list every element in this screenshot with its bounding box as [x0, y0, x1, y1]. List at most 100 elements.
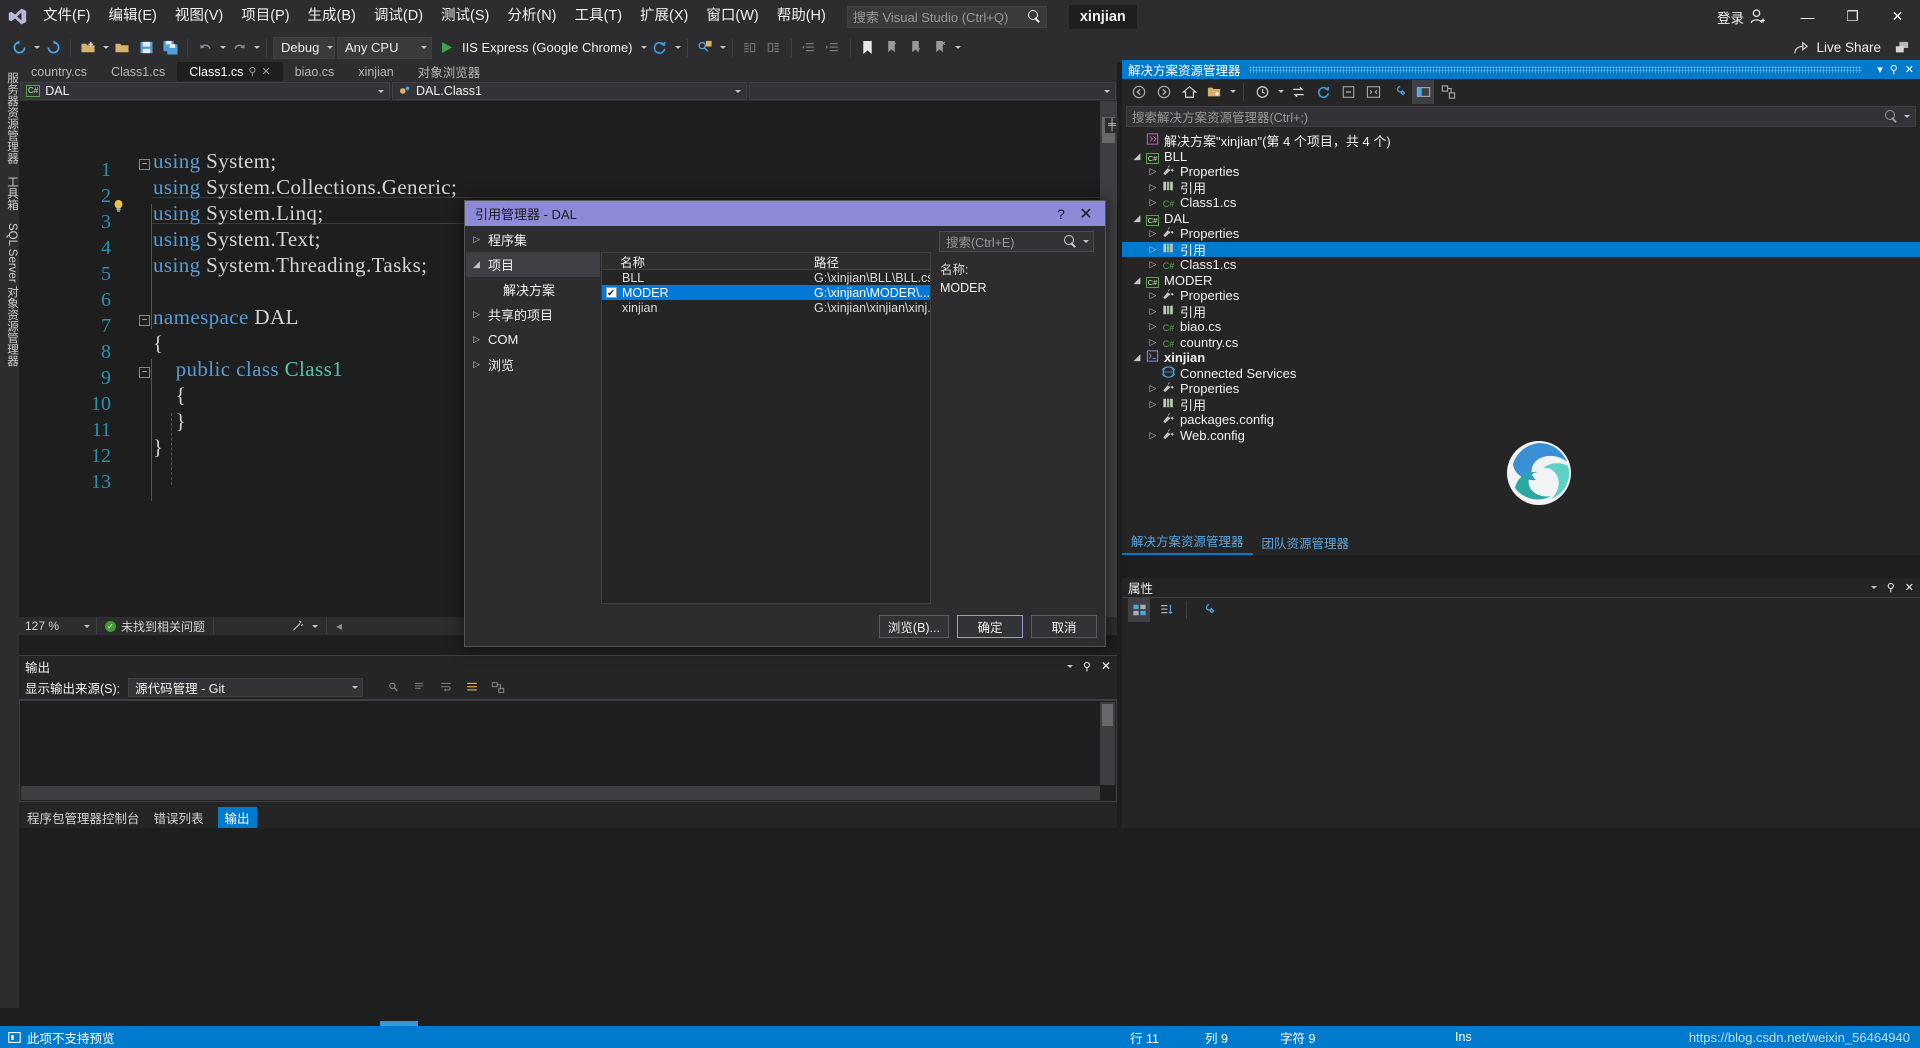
- undo-dropdown-icon[interactable]: [220, 46, 226, 49]
- pending-changes-filter-button[interactable]: [1251, 80, 1273, 104]
- dialog-category-list[interactable]: ▷ 程序集 ◢ 项目 解决方案 ▷ 共享的项目 ▷ COM ▷ 浏览: [466, 227, 600, 604]
- forward-button[interactable]: [1153, 80, 1175, 104]
- menu-analyze[interactable]: 分析(N): [498, 0, 565, 33]
- window-minimize-button[interactable]: —: [1785, 0, 1830, 33]
- output-panel-menu-icon[interactable]: [1066, 664, 1073, 668]
- scrollbar-thumb[interactable]: [1102, 704, 1113, 726]
- output-horizontal-scrollbar[interactable]: [21, 786, 1100, 800]
- menu-edit[interactable]: 编辑(E): [100, 0, 166, 33]
- search-options-icon[interactable]: [1904, 115, 1910, 118]
- expand-collapse-icon-expanded[interactable]: ◢: [1130, 213, 1144, 224]
- panel-menu-icon[interactable]: [1870, 586, 1877, 589]
- dialog-category-2[interactable]: 解决方案: [466, 277, 600, 302]
- editor-zoom-control[interactable]: 127 %: [19, 617, 97, 635]
- tree-item-xinjian-4-4[interactable]: 解决方案"xinjian"(第 4 个项目，共 4 个): [1122, 133, 1920, 149]
- menu-extensions[interactable]: 扩展(X): [631, 0, 697, 33]
- menu-tools[interactable]: 工具(T): [566, 0, 632, 33]
- close-tab-icon[interactable]: ✕: [261, 65, 270, 78]
- dock-tab-error-list[interactable]: 错误列表: [154, 808, 204, 827]
- expand-collapse-icon-collapsed[interactable]: ▷: [1146, 306, 1160, 317]
- sign-in-button[interactable]: 登录: [1717, 7, 1767, 27]
- start-debug-dropdown-icon[interactable]: [640, 46, 647, 49]
- menu-project[interactable]: 项目(P): [232, 0, 298, 33]
- close-icon[interactable]: ✕: [1905, 581, 1914, 594]
- start-debug-button[interactable]: [434, 36, 456, 60]
- clear-all-button[interactable]: [409, 676, 431, 700]
- dialog-search-input[interactable]: 搜索(Ctrl+E): [939, 231, 1094, 252]
- find-dropdown-icon[interactable]: [719, 46, 726, 49]
- expand-collapse-icon-collapsed[interactable]: ▷: [1146, 182, 1160, 193]
- expand-collapse-icon-expanded[interactable]: ◢: [1130, 275, 1144, 286]
- close-icon[interactable]: ✕: [1101, 659, 1111, 673]
- save-button[interactable]: [135, 36, 157, 60]
- pin-tab-icon[interactable]: ⚲: [248, 65, 256, 78]
- clear-bookmarks-button[interactable]: [929, 36, 951, 60]
- expand-collapse-icon-collapsed[interactable]: ▷: [1146, 399, 1160, 410]
- expand-collapse-icon-collapsed[interactable]: ▷: [1146, 259, 1160, 270]
- expand-collapse-icon-expanded[interactable]: ◢: [1130, 352, 1144, 363]
- show-all-files-dropdown-icon[interactable]: [1230, 90, 1236, 93]
- live-share-button[interactable]: Live Share: [1793, 40, 1920, 55]
- expand-collapse-icon-expanded[interactable]: ◢: [473, 259, 488, 270]
- editor-tab-class1-cs-1[interactable]: Class1.cs: [99, 62, 177, 81]
- quick-launch-search[interactable]: 搜索 Visual Studio (Ctrl+Q): [846, 5, 1047, 28]
- output-source-combo[interactable]: 源代码管理 - Git: [128, 678, 364, 697]
- solution-explorer-search-input[interactable]: 搜索解决方案资源管理器(Ctrl+;): [1126, 106, 1916, 127]
- dock-tab-package-manager-console[interactable]: 程序包管理器控制台: [27, 808, 140, 827]
- dialog-reference-row[interactable]: ✔ MODER G:\xinjian\MODER\...: [602, 285, 930, 300]
- pin-icon[interactable]: ⚲: [1083, 660, 1091, 673]
- editor-tab-biao-cs[interactable]: biao.cs: [283, 62, 347, 81]
- dialog-category-4[interactable]: ▷ COM: [466, 327, 600, 352]
- tree-item-[interactable]: ▷ 引用: [1122, 241, 1920, 258]
- expand-collapse-icon-collapsed[interactable]: ▷: [473, 234, 488, 245]
- lightbulb-icon[interactable]: [112, 199, 125, 216]
- tree-item-biao-cs[interactable]: ▷ C# biao.cs: [1122, 319, 1920, 335]
- menu-debug[interactable]: 调试(D): [365, 0, 432, 33]
- expand-collapse-icon-collapsed[interactable]: ▷: [1146, 337, 1160, 348]
- navigate-backward-dropdown-icon[interactable]: [34, 46, 40, 49]
- tree-item-properties[interactable]: ▷ Properties: [1122, 288, 1920, 304]
- expand-collapse-icon-collapsed[interactable]: ▷: [1146, 321, 1160, 332]
- tree-item-class1-cs[interactable]: ▷ C# Class1.cs: [1122, 195, 1920, 211]
- dialog-reference-row[interactable]: xinjian G:\xinjian\xinjian\xinj...: [602, 300, 930, 315]
- menu-build[interactable]: 生成(B): [299, 0, 365, 33]
- dock-tab-solution-explorer[interactable]: 解决方案资源管理器: [1122, 528, 1253, 555]
- navigate-backward-button[interactable]: [8, 36, 30, 60]
- dialog-reference-row[interactable]: BLL G:\xinjian\BLL\BLL.cs...: [602, 270, 930, 285]
- window-maximize-button[interactable]: ❐: [1830, 0, 1875, 33]
- dialog-category-0[interactable]: ▷ 程序集: [466, 227, 600, 252]
- ok-button[interactable]: 确定: [957, 615, 1023, 638]
- expand-collapse-icon-collapsed[interactable]: ▷: [1146, 290, 1160, 301]
- collapse-all-button[interactable]: [1337, 80, 1359, 104]
- find-message-button[interactable]: [383, 676, 405, 700]
- expand-collapse-icon-collapsed[interactable]: ▷: [473, 334, 488, 345]
- expand-collapse-icon-collapsed[interactable]: ▷: [1146, 383, 1160, 394]
- properties-grid[interactable]: [1122, 622, 1920, 828]
- reference-checkbox[interactable]: ✔: [602, 287, 620, 298]
- name-column-header[interactable]: 名称: [620, 252, 814, 271]
- tree-item-bll[interactable]: ◢ C# BLL: [1122, 149, 1920, 165]
- properties-button[interactable]: [1196, 598, 1218, 622]
- tree-item-xinjian[interactable]: ◢ xinjian: [1122, 350, 1920, 366]
- new-project-dropdown-icon[interactable]: [103, 46, 109, 49]
- dialog-category-5[interactable]: ▷ 浏览: [466, 352, 600, 377]
- type-dropdown[interactable]: DAL.Class1: [392, 82, 747, 100]
- tree-item-properties[interactable]: ▷ Properties: [1122, 226, 1920, 242]
- tree-item-[interactable]: ▷ 引用: [1122, 180, 1920, 196]
- editor-tab-xinjian[interactable]: xinjian: [346, 62, 405, 81]
- pin-icon[interactable]: ⚲: [1890, 63, 1898, 76]
- namespace-dropdown[interactable]: C# DAL: [20, 82, 390, 100]
- home-button[interactable]: [1178, 80, 1200, 104]
- close-icon[interactable]: ✕: [1905, 63, 1914, 76]
- output-text-area[interactable]: [19, 700, 1117, 802]
- dialog-help-button[interactable]: ?: [1049, 206, 1073, 222]
- menu-window[interactable]: 窗口(W): [697, 0, 767, 33]
- filter-dropdown-icon[interactable]: [1278, 90, 1284, 93]
- dialog-reference-list[interactable]: 名称 路径 BLL G:\xinjian\BLL\BLL.cs... ✔ MODER G…: [601, 252, 931, 604]
- editor-tab-country-cs[interactable]: country.cs: [19, 62, 99, 81]
- toggle-bookmark-button[interactable]: [857, 36, 879, 60]
- comment-selection-button[interactable]: [739, 36, 761, 60]
- menu-file[interactable]: 文件(F): [34, 0, 100, 33]
- tree-item-country-cs[interactable]: ▷ C# country.cs: [1122, 335, 1920, 351]
- previous-bookmark-button[interactable]: [881, 36, 903, 60]
